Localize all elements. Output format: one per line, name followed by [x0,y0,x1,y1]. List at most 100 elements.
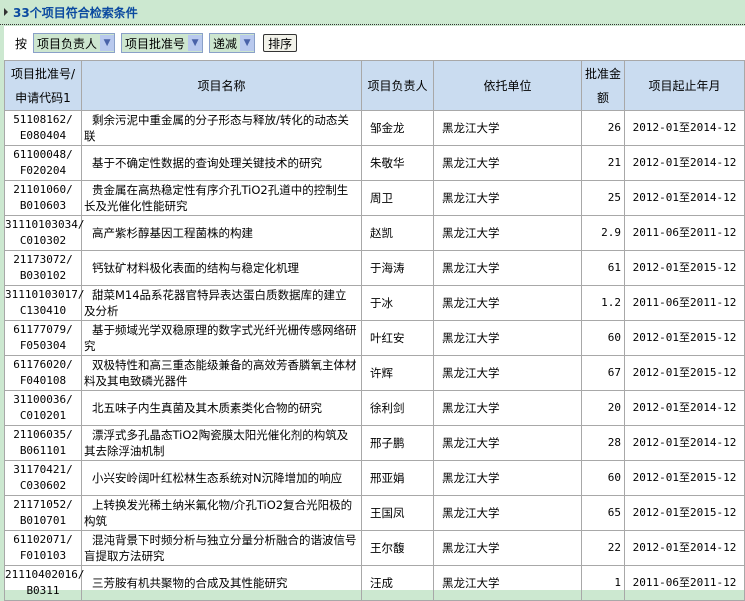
result-header: 33个项目符合检索条件 [0,0,745,25]
project-code[interactable]: 61177079/F050304 [4,320,82,356]
project-name-text[interactable]: 剩余污泥中重金属的分子形态与释放/转化的动态关联 [84,113,349,143]
project-name[interactable]: 甜菜M14品系花器官特异表达蛋白质数据库的建立及分析 [81,285,362,321]
project-name[interactable]: 贵金属在高热稳定性有序介孔TiO2孔道中的控制生长及光催化性能研究 [81,180,362,216]
project-name-text[interactable]: 漂浮式多孔晶态TiO2陶瓷膜太阳光催化剂的构筑及其去除浮油机制 [84,428,348,458]
application-code: F050304 [19,339,67,352]
sort-button[interactable]: 排序 [263,34,298,52]
table-row: 61102071/F010103 混沌背景下时频分析与独立分量分析融合的谐波信号… [4,530,745,566]
application-code: B010701 [19,514,67,527]
project-period: 2012-01至2014-12 [624,390,745,426]
host-institution: 黑龙江大学 [433,355,582,391]
approval-number[interactable]: 51108162/ [5,112,81,128]
approved-amount: 22 [581,530,625,566]
project-name-text[interactable]: 基于不确定性数据的查询处理关键技术的研究 [84,156,322,170]
project-period: 2011-06至2011-12 [624,215,745,251]
approval-number[interactable]: 31110103017/ [5,287,84,303]
approved-amount: 65 [581,495,625,531]
approval-number[interactable]: 21101060/ [5,182,81,198]
host-institution: 黑龙江大学 [433,145,582,181]
sort-order-select[interactable]: 递减 ▼ [209,33,256,53]
approval-number[interactable]: 21110402016/ [5,567,84,583]
project-name[interactable]: 小兴安岭阔叶红松林生态系统对N沉降增加的响应 [81,460,362,496]
project-name[interactable]: 基于频域光学双稳原理的数字式光纤光栅传感网络研究 [81,320,362,356]
project-name-text[interactable]: 小兴安岭阔叶红松林生态系统对N沉降增加的响应 [84,471,342,485]
approval-number[interactable]: 61176020/ [5,357,81,373]
project-code[interactable]: 21171052/B010701 [4,495,82,531]
project-name-text[interactable]: 混沌背景下时频分析与独立分量分析融合的谐波信号盲提取方法研究 [84,533,357,563]
project-code[interactable]: 21110402016/B0311 [4,565,84,601]
approval-number[interactable]: 31170421/ [5,462,81,478]
project-period: 2012-01至2014-12 [624,180,745,216]
project-name[interactable]: 剩余污泥中重金属的分子形态与释放/转化的动态关联 [81,110,362,146]
project-name[interactable]: 高产紫杉醇基因工程菌株的构建 [81,215,362,251]
project-name[interactable]: 混沌背景下时频分析与独立分量分析融合的谐波信号盲提取方法研究 [81,530,362,566]
project-name-text[interactable]: 上转换发光稀土纳米氟化物/介孔TiO2复合光阳极的构筑 [84,498,352,528]
project-code[interactable]: 31110103034/C010302 [4,215,84,251]
approved-amount: 1 [581,565,625,601]
sort-field1-select[interactable]: 项目负责人 ▼ [33,33,116,53]
approved-amount: 28 [581,425,625,461]
approval-number[interactable]: 61100048/ [5,147,81,163]
project-name-text[interactable]: 贵金属在高热稳定性有序介孔TiO2孔道中的控制生长及光催化性能研究 [84,183,348,213]
application-code: F020204 [19,164,67,177]
host-institution: 黑龙江大学 [433,530,582,566]
project-name-text[interactable]: 高产紫杉醇基因工程菌株的构建 [84,226,253,240]
project-period: 2012-01至2014-12 [624,145,745,181]
project-code[interactable]: 61176020/F040108 [4,355,82,391]
application-code: C010201 [19,409,67,422]
project-name-text[interactable]: 甜菜M14品系花器官特异表达蛋白质数据库的建立及分析 [84,288,347,318]
project-name[interactable]: 双极特性和高三重态能级兼备的高效芳香膦氧主体材料及其电致磷光器件 [81,355,362,391]
project-leader: 徐利剑 [361,390,434,426]
project-leader: 于海涛 [361,250,434,286]
project-leader: 汪成 [361,565,434,601]
host-institution: 黑龙江大学 [433,215,582,251]
application-code: B010603 [19,199,67,212]
project-period: 2012-01至2015-12 [624,355,745,391]
project-name-text[interactable]: 基于频域光学双稳原理的数字式光纤光栅传感网络研究 [84,323,357,353]
chevron-down-icon[interactable]: ▼ [100,35,115,51]
host-institution: 黑龙江大学 [433,565,582,601]
project-period: 2011-06至2011-12 [624,565,745,601]
project-period: 2011-06至2011-12 [624,285,745,321]
host-institution: 黑龙江大学 [433,320,582,356]
approval-number[interactable]: 21173072/ [5,252,81,268]
project-code[interactable]: 61100048/F020204 [4,145,82,181]
project-code[interactable]: 31170421/C030602 [4,460,82,496]
application-code: C130410 [19,304,67,317]
chevron-down-icon[interactable]: ▼ [188,35,203,51]
approval-number[interactable]: 61102071/ [5,532,81,548]
approval-number[interactable]: 21171052/ [5,497,81,513]
project-code[interactable]: 31110103017/C130410 [4,285,84,321]
approved-amount: 60 [581,460,625,496]
application-code: F040108 [19,374,67,387]
project-code[interactable]: 61102071/F010103 [4,530,82,566]
project-name-text[interactable]: 双极特性和高三重态能级兼备的高效芳香膦氧主体材料及其电致磷光器件 [84,358,357,388]
approval-number[interactable]: 21106035/ [5,427,81,443]
project-name[interactable]: 基于不确定性数据的查询处理关键技术的研究 [81,145,362,181]
table-row: 61176020/F040108 双极特性和高三重态能级兼备的高效芳香膦氧主体材… [4,355,745,391]
application-code: E080404 [19,129,67,142]
sort-field2-select[interactable]: 项目批准号 ▼ [121,33,204,53]
project-code[interactable]: 31100036/C010201 [4,390,82,426]
project-name[interactable]: 钙钛矿材料极化表面的结构与稳定化机理 [81,250,362,286]
approval-number[interactable]: 61177079/ [5,322,81,338]
project-name-text[interactable]: 三芳胺有机共聚物的合成及其性能研究 [84,576,288,590]
project-code[interactable]: 51108162/E080404 [4,110,82,146]
project-code[interactable]: 21106035/B061101 [4,425,82,461]
project-name[interactable]: 上转换发光稀土纳米氟化物/介孔TiO2复合光阳极的构筑 [81,495,362,531]
project-name[interactable]: 北五味子内生真菌及其木质素类化合物的研究 [81,390,362,426]
project-period: 2012-01至2014-12 [624,530,745,566]
table-row: 31170421/C030602 小兴安岭阔叶红松林生态系统对N沉降增加的响应 … [4,460,745,496]
project-name-text[interactable]: 北五味子内生真菌及其木质素类化合物的研究 [84,401,322,415]
project-code[interactable]: 21173072/B030102 [4,250,82,286]
project-code[interactable]: 21101060/B010603 [4,180,82,216]
approval-number[interactable]: 31100036/ [5,392,81,408]
table-row: 61177079/F050304 基于频域光学双稳原理的数字式光纤光栅传感网络研… [4,320,745,356]
approved-amount: 21 [581,145,625,181]
project-name-text[interactable]: 钙钛矿材料极化表面的结构与稳定化机理 [84,261,299,275]
chevron-down-icon[interactable]: ▼ [240,35,255,51]
approval-number[interactable]: 31110103034/ [5,217,84,233]
project-name[interactable]: 三芳胺有机共聚物的合成及其性能研究 [81,565,362,601]
table-row: 21171052/B010701 上转换发光稀土纳米氟化物/介孔TiO2复合光阳… [4,495,745,531]
project-name[interactable]: 漂浮式多孔晶态TiO2陶瓷膜太阳光催化剂的构筑及其去除浮油机制 [81,425,362,461]
